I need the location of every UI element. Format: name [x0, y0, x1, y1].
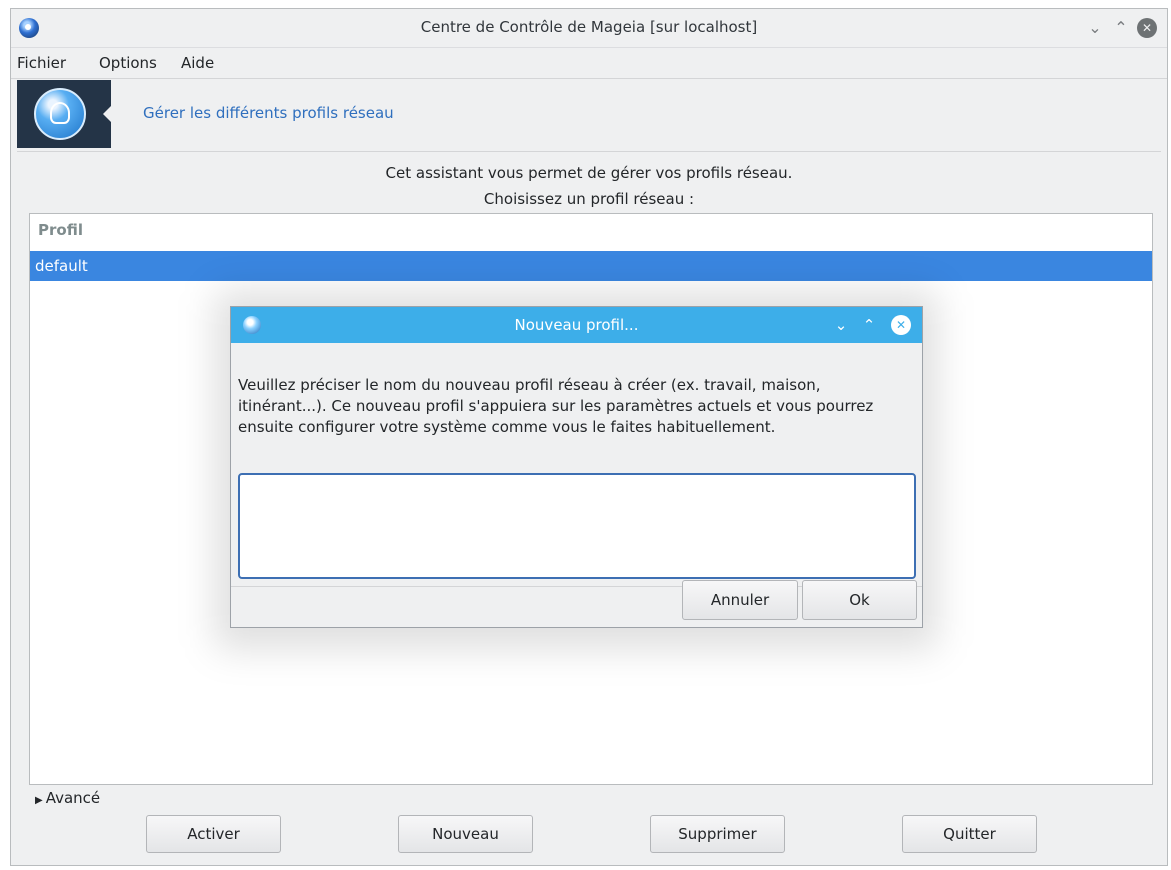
menu-bar: Fichier Options Aide	[11, 48, 1167, 79]
dialog-title-bar[interactable]: Nouveau profil... ⌄ ⌃ ✕	[231, 307, 922, 343]
dialog-title: Nouveau profil...	[514, 316, 639, 334]
list-item-default[interactable]: default	[30, 251, 1152, 281]
new-button[interactable]: Nouveau	[398, 815, 533, 853]
ok-button[interactable]: Ok	[802, 580, 917, 620]
menu-aide[interactable]: Aide	[181, 54, 214, 72]
title-bar[interactable]: Centre de Contrôle de Mageia [sur localh…	[11, 9, 1167, 48]
intro-text: Cet assistant vous permet de gérer vos p…	[385, 164, 793, 182]
advanced-label: Avancé	[45, 789, 101, 807]
activate-button[interactable]: Activer	[146, 815, 281, 853]
dialog-maximize-icon[interactable]: ⌃	[859, 315, 879, 335]
banner-notch	[103, 106, 111, 122]
expand-arrow-icon: ▶	[35, 795, 43, 806]
quit-button[interactable]: Quitter	[902, 815, 1037, 853]
column-header-profil[interactable]: Profil	[30, 214, 1152, 246]
dialog-minimize-icon[interactable]: ⌄	[831, 315, 851, 335]
new-profile-dialog: Nouveau profil... ⌄ ⌃ ✕ Veuillez précise…	[230, 306, 923, 628]
delete-button[interactable]: Supprimer	[650, 815, 785, 853]
menu-options[interactable]: Options	[99, 54, 157, 72]
advanced-expander[interactable]: ▶ Avancé	[35, 789, 100, 807]
close-icon[interactable]: ✕	[1137, 18, 1157, 38]
cancel-button[interactable]: Annuler	[682, 580, 798, 620]
maximize-icon[interactable]: ⌃	[1111, 18, 1131, 38]
instruction-text: Choisissez un profil réseau :	[483, 190, 695, 208]
profile-name-input[interactable]	[238, 473, 916, 579]
user-glyph	[50, 102, 70, 124]
banner-divider	[17, 151, 1161, 152]
window-title: Centre de Contrôle de Mageia [sur localh…	[420, 18, 758, 36]
banner-title: Gérer les différents profils réseau	[143, 104, 394, 122]
menu-fichier[interactable]: Fichier	[17, 54, 66, 72]
minimize-icon[interactable]: ⌄	[1085, 18, 1105, 38]
banner-image	[17, 80, 111, 148]
dialog-message: Veuillez préciser le nom du nouveau prof…	[238, 376, 874, 436]
network-profile-icon	[34, 88, 86, 140]
dialog-close-icon[interactable]: ✕	[891, 315, 911, 335]
